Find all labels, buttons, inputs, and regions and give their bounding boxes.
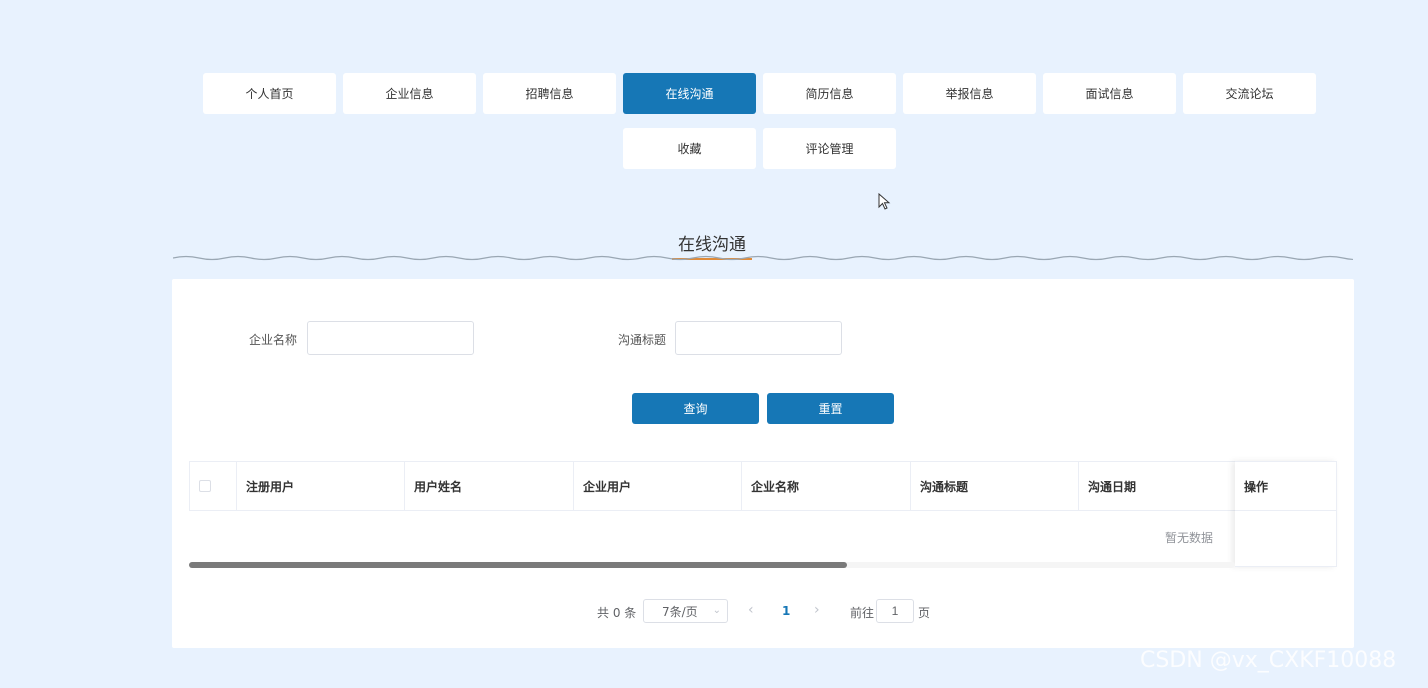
column-header[interactable]: 沟通日期 bbox=[1079, 462, 1247, 510]
action-column-header: 操作 bbox=[1235, 462, 1336, 511]
page-number[interactable]: 1 bbox=[782, 604, 790, 618]
nav-item-interview[interactable]: 面试信息 bbox=[1043, 73, 1176, 114]
nav-item-report[interactable]: 举报信息 bbox=[903, 73, 1036, 114]
column-header[interactable]: 用户姓名 bbox=[405, 462, 574, 510]
chat-title-input[interactable] bbox=[675, 321, 842, 355]
pagination-total: 共 0 条 bbox=[597, 606, 637, 620]
column-header[interactable]: 沟通标题 bbox=[911, 462, 1079, 510]
nav-item-favorites[interactable]: 收藏 bbox=[623, 128, 756, 169]
nav-item-comments[interactable]: 评论管理 bbox=[763, 128, 896, 169]
main-panel: 企业名称 沟通标题 查询 重置 注册用户 用户姓名 企业用户 企业名称 沟通标题… bbox=[172, 279, 1354, 648]
data-table: 注册用户 用户姓名 企业用户 企业名称 沟通标题 沟通日期 暂无数据 操作 bbox=[189, 461, 1337, 567]
column-header[interactable]: 注册用户 bbox=[237, 462, 405, 510]
chat-title-label: 沟通标题 bbox=[618, 333, 667, 347]
chevron-down-icon: ⌄ bbox=[712, 605, 721, 616]
table-header: 注册用户 用户姓名 企业用户 企业名称 沟通标题 沟通日期 bbox=[189, 461, 1336, 511]
page-size-value: 7条/页 bbox=[662, 604, 698, 619]
scrollbar-thumb[interactable] bbox=[189, 562, 847, 568]
goto-label: 前往 bbox=[850, 606, 875, 620]
mouse-cursor-icon bbox=[878, 193, 891, 210]
column-header[interactable]: 企业用户 bbox=[574, 462, 742, 510]
nav-item-resume[interactable]: 简历信息 bbox=[763, 73, 896, 114]
nav-item-online-chat[interactable]: 在线沟通 bbox=[623, 73, 756, 114]
goto-page-input[interactable] bbox=[876, 599, 914, 623]
pagination: 共 0 条 7条/页 ⌄ ‹ 1 › 前往 页 bbox=[172, 599, 1354, 623]
company-name-label: 企业名称 bbox=[249, 333, 298, 347]
wave-divider bbox=[173, 255, 1353, 261]
empty-state-text: 暂无数据 bbox=[1165, 531, 1214, 545]
company-name-input[interactable] bbox=[307, 321, 474, 355]
nav-item-recruitment[interactable]: 招聘信息 bbox=[483, 73, 616, 114]
reset-button[interactable]: 重置 bbox=[767, 393, 894, 424]
select-all-checkbox[interactable] bbox=[199, 480, 211, 492]
nav-item-home[interactable]: 个人首页 bbox=[203, 73, 336, 114]
page-suffix-label: 页 bbox=[918, 606, 931, 620]
watermark: CSDN @vx_CXKF10088 bbox=[1140, 648, 1397, 673]
fixed-action-column: 操作 bbox=[1235, 461, 1337, 567]
nav-item-company-info[interactable]: 企业信息 bbox=[343, 73, 476, 114]
horizontal-scrollbar[interactable] bbox=[189, 562, 1235, 568]
prev-page-icon[interactable]: ‹ bbox=[748, 602, 754, 618]
column-header[interactable]: 企业名称 bbox=[742, 462, 911, 510]
query-button[interactable]: 查询 bbox=[632, 393, 759, 424]
page-size-select[interactable]: 7条/页 ⌄ bbox=[643, 599, 728, 623]
select-all-cell bbox=[190, 462, 237, 510]
nav-item-forum[interactable]: 交流论坛 bbox=[1183, 73, 1316, 114]
next-page-icon[interactable]: › bbox=[814, 602, 820, 618]
